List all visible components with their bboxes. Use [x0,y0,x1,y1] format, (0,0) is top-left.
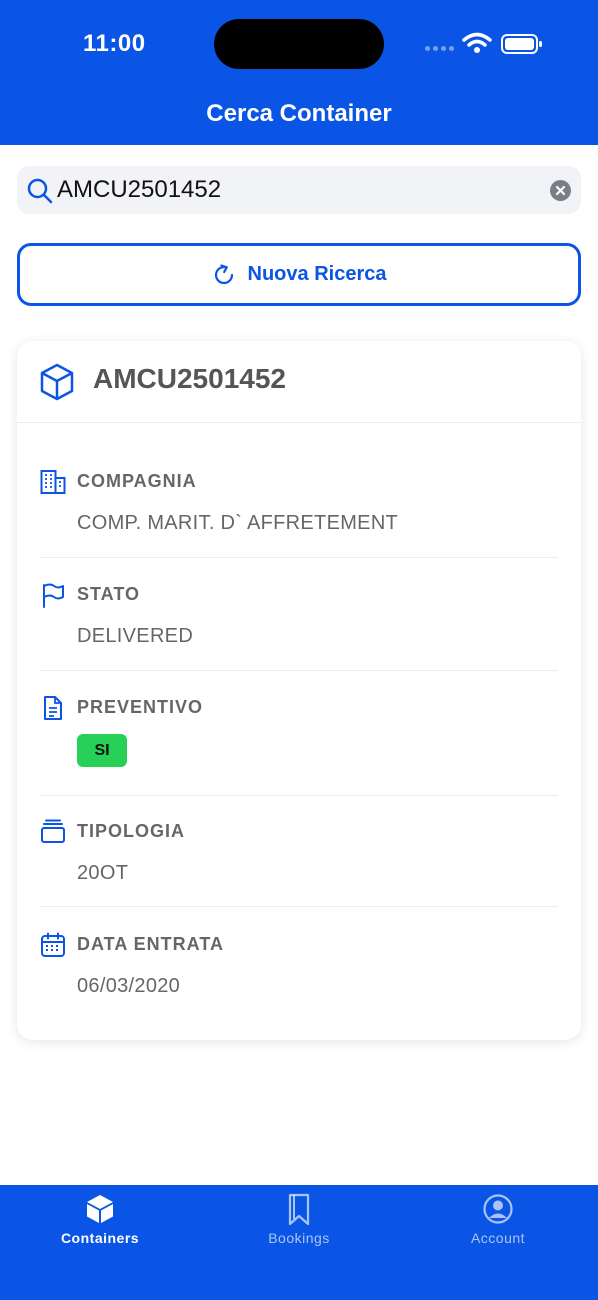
field-value: COMP. MARIT. D` AFFRETEMENT [77,512,399,534]
person-circle-icon [483,1194,513,1224]
status-badge: SI [77,734,127,767]
tab-bookings[interactable]: Bookings [219,1185,379,1265]
building-icon [40,470,66,494]
field-label: COMPAGNIA [77,471,197,491]
status-time: 11:00 [83,30,146,57]
tab-label: Bookings [268,1230,330,1246]
calendar-icon [41,932,65,957]
search-input[interactable] [57,174,537,206]
tab-containers[interactable]: Containers [20,1185,180,1265]
document-icon [44,696,62,720]
field-stato: STATO DELIVERED [40,582,558,671]
field-label: STATO [77,584,140,604]
page-title: Cerca Container [206,100,392,127]
clear-search-button[interactable] [550,180,571,201]
field-label: TIPOLOGIA [77,821,185,841]
field-value: 20OT [77,862,129,884]
field-preventivo: PREVENTIVO SI [40,695,558,796]
tab-account[interactable]: Account [418,1185,578,1265]
top-bar: 11:00 Cerca Container [0,0,598,145]
battery-icon [501,34,542,54]
container-code: AMCU2501452 [93,363,286,394]
cube-icon [40,363,74,401]
field-tipologia: TIPOLOGIA 20OT [40,819,558,907]
divider [40,557,558,558]
new-search-button[interactable]: Nuova Ricerca [17,243,581,306]
bookmark-icon [288,1193,310,1226]
tab-label: Account [470,1230,526,1246]
field-data-entrata: DATA ENTRATA 06/03/2020 [40,932,558,1002]
flag-icon [43,583,64,608]
field-value: 06/03/2020 [77,975,181,997]
field-value: DELIVERED [77,625,194,647]
field-label: DATA ENTRATA [77,934,224,954]
cube-icon [87,1195,113,1223]
divider [40,795,558,796]
field-compagnia: COMPAGNIA COMP. MARIT. D` AFFRETEMENT [40,469,558,558]
tab-label: Containers [60,1230,140,1246]
divider [40,906,558,907]
divider [40,670,558,671]
clear-icon [555,185,566,196]
search-icon [27,178,53,204]
card-header: AMCU2501452 [17,341,581,423]
container-detail-card: AMCU2501452 COMPAGNIA COMP. MARIT. D` AF… [17,341,581,1040]
refresh-icon [214,263,233,284]
new-search-label: Nuova Ricerca [247,263,387,285]
dynamic-island [214,19,384,69]
field-label: PREVENTIVO [77,697,204,717]
cellular-signal-icon [425,46,454,51]
container-stack-icon [41,819,65,843]
wifi-icon [462,32,492,53]
search-bar[interactable] [17,166,581,214]
tab-bar: Containers Bookings Account [0,1185,598,1300]
